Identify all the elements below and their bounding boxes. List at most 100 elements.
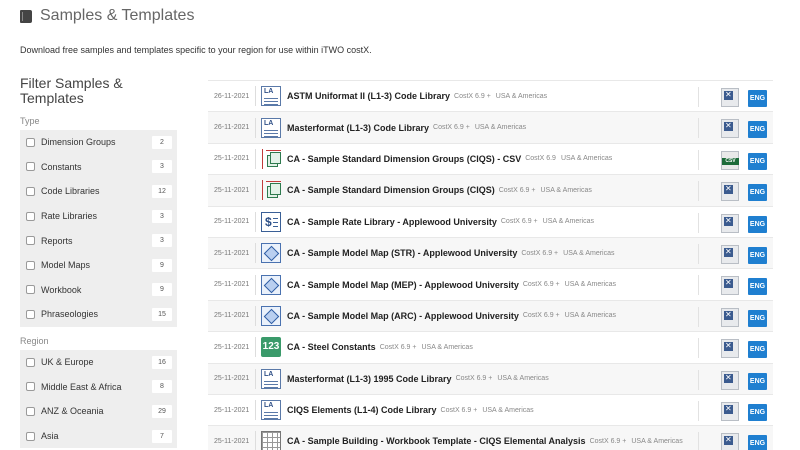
checkbox[interactable] bbox=[26, 162, 35, 172]
costx-file-icon[interactable] bbox=[721, 339, 739, 359]
type-filter-item[interactable]: Constants 3 bbox=[20, 155, 177, 180]
checkbox[interactable] bbox=[26, 285, 35, 295]
list-item[interactable]: 25-11-2021 CA - Sample Model Map (MEP) - … bbox=[208, 268, 773, 300]
item-region: USA & Americas bbox=[631, 437, 683, 445]
page-header: Samples & Templates bbox=[20, 6, 194, 26]
language-download-button[interactable]: ENG bbox=[748, 372, 767, 390]
item-name-link[interactable]: CA - Sample Model Map (STR) - Applewood … bbox=[287, 248, 517, 258]
type-filter-item[interactable]: Reports 3 bbox=[20, 228, 177, 253]
item-name-link[interactable]: CA - Sample Rate Library - Applewood Uni… bbox=[287, 217, 497, 227]
item-name-link[interactable]: ASTM Uniformat II (L1-3) Code Library bbox=[287, 91, 450, 101]
checkbox[interactable] bbox=[26, 260, 35, 270]
language-download-button[interactable]: ENG bbox=[748, 121, 767, 139]
item-name-link[interactable]: Masterformat (L1-3) 1995 Code Library bbox=[287, 374, 452, 384]
filter-label: Middle East & Africa bbox=[41, 381, 122, 392]
divider bbox=[255, 431, 256, 450]
item-name-link[interactable]: CA - Sample Model Map (ARC) - Applewood … bbox=[287, 311, 519, 321]
item-name-link[interactable]: Masterformat (L1-3) Code Library bbox=[287, 123, 429, 133]
costx-file-icon[interactable] bbox=[721, 213, 739, 233]
language-download-button[interactable]: ENG bbox=[748, 246, 767, 264]
csv-file-icon[interactable]: CSV bbox=[721, 150, 739, 170]
costx-file-icon[interactable] bbox=[721, 88, 739, 107]
checkbox[interactable] bbox=[26, 406, 35, 416]
region-filter-item[interactable]: Asia 7 bbox=[20, 424, 177, 449]
type-filter-item[interactable]: Dimension Groups 2 bbox=[20, 130, 177, 155]
item-version: CostX 6.9 + bbox=[589, 437, 627, 445]
item-version: CostX 6.9 + bbox=[455, 375, 493, 383]
divider bbox=[255, 180, 256, 201]
type-filter-item[interactable]: Workbook 9 bbox=[20, 278, 177, 303]
divider bbox=[698, 243, 699, 264]
count-badge: 2 bbox=[152, 135, 172, 149]
checkbox[interactable] bbox=[26, 382, 35, 392]
checkbox[interactable] bbox=[26, 357, 35, 367]
code-library-icon: LA bbox=[261, 86, 281, 107]
list-item[interactable]: 25-11-2021 $ CA - Sample Rate Library - Ap… bbox=[208, 205, 773, 237]
region-filter-item[interactable]: ANZ & Oceania 29 bbox=[20, 399, 177, 424]
item-date: 26-11-2021 bbox=[214, 92, 250, 100]
divider bbox=[698, 432, 699, 450]
language-download-button[interactable]: ENG bbox=[748, 278, 767, 296]
checkbox[interactable] bbox=[26, 211, 35, 221]
book-icon bbox=[20, 9, 32, 23]
filter-label: Dimension Groups bbox=[41, 137, 116, 148]
item-name-link[interactable]: CA - Sample Building - Workbook Template… bbox=[287, 436, 586, 446]
costx-file-icon[interactable] bbox=[721, 119, 739, 139]
language-download-button[interactable]: ENG bbox=[748, 215, 767, 233]
type-filter-item[interactable]: Rate Libraries 3 bbox=[20, 204, 177, 229]
list-item[interactable]: 25-11-2021 LA Masterformat (L1-3) 1995 Cod… bbox=[208, 362, 773, 394]
list-item[interactable]: 25-11-2021 CA - Sample Standard Dimension… bbox=[208, 174, 773, 206]
language-download-button[interactable]: ENG bbox=[748, 184, 767, 202]
model-map-icon bbox=[261, 305, 281, 326]
list-item[interactable]: 25-11-2021 CA - Sample Model Map (STR) - … bbox=[208, 236, 773, 269]
checkbox[interactable] bbox=[26, 137, 35, 147]
item-date: 25-11-2021 bbox=[214, 186, 250, 194]
list-item[interactable]: 25-11-2021 CA - Sample Model Map (ARC) - … bbox=[208, 299, 773, 332]
type-filter-item[interactable]: Model Maps 9 bbox=[20, 253, 177, 278]
list-item[interactable]: 25-11-2021 CA - Sample Standard Dimension… bbox=[208, 142, 773, 175]
costx-file-icon[interactable] bbox=[721, 401, 739, 421]
costx-file-icon[interactable] bbox=[721, 276, 739, 296]
language-download-button[interactable]: ENG bbox=[748, 309, 767, 327]
checkbox[interactable] bbox=[26, 309, 35, 319]
language-download-button[interactable]: ENG bbox=[748, 152, 767, 170]
costx-file-icon[interactable] bbox=[721, 433, 739, 450]
item-version: CostX 6.9 + bbox=[522, 312, 560, 320]
language-download-button[interactable]: ENG bbox=[748, 341, 767, 359]
item-name-link[interactable]: CA - Sample Standard Dimension Groups (C… bbox=[287, 185, 495, 195]
code-library-icon: LA bbox=[261, 368, 281, 389]
item-version: CostX 6.9 + bbox=[521, 249, 559, 257]
language-download-button[interactable]: ENG bbox=[748, 403, 767, 421]
list-item[interactable]: 25-11-2021 LA CIQS Elements (L1-4) Code Li… bbox=[208, 393, 773, 426]
constants-icon: 123 bbox=[261, 337, 281, 358]
region-filter-item[interactable]: Middle East & Africa 8 bbox=[20, 375, 177, 400]
checkbox[interactable] bbox=[26, 186, 35, 196]
checkbox[interactable] bbox=[26, 431, 35, 441]
divider bbox=[255, 305, 256, 326]
item-name-link[interactable]: CIQS Elements (L1-4) Code Library bbox=[287, 405, 437, 415]
region-filter-item[interactable]: UK & Europe 16 bbox=[20, 350, 177, 375]
count-badge: 3 bbox=[152, 234, 172, 248]
costx-file-icon[interactable] bbox=[721, 244, 739, 264]
list-item[interactable]: 26-11-2021 LA Masterformat (L1-3) Code Lib… bbox=[208, 111, 773, 143]
checkbox[interactable] bbox=[26, 236, 35, 246]
dimension-group-icon bbox=[261, 148, 281, 169]
divider bbox=[255, 117, 256, 138]
list-item[interactable]: 25-11-2021 CA - Sample Building - Workboo… bbox=[208, 425, 773, 450]
item-name-link[interactable]: CA - Sample Standard Dimension Groups (C… bbox=[287, 154, 521, 164]
costx-file-icon[interactable] bbox=[721, 182, 739, 202]
divider bbox=[255, 148, 256, 169]
costx-file-icon[interactable] bbox=[721, 307, 739, 327]
divider bbox=[698, 118, 699, 139]
filter-label: UK & Europe bbox=[41, 357, 94, 368]
type-filter-item[interactable]: Code Libraries 12 bbox=[20, 179, 177, 204]
costx-file-icon[interactable] bbox=[721, 370, 739, 390]
list-item[interactable]: 26-11-2021 LA ASTM Uniformat II (L1-3) Cod… bbox=[208, 80, 773, 112]
language-download-button[interactable]: ENG bbox=[748, 435, 767, 450]
item-name-link[interactable]: CA - Steel Constants bbox=[287, 342, 376, 352]
item-name-link[interactable]: CA - Sample Model Map (MEP) - Applewood … bbox=[287, 280, 519, 290]
language-download-button[interactable]: ENG bbox=[748, 90, 767, 107]
type-filter-item[interactable]: Phraseologies 15 bbox=[20, 302, 177, 327]
code-library-icon: LA bbox=[261, 400, 281, 421]
list-item[interactable]: 25-11-2021 123 CA - Steel Constants CostX 6… bbox=[208, 331, 773, 363]
